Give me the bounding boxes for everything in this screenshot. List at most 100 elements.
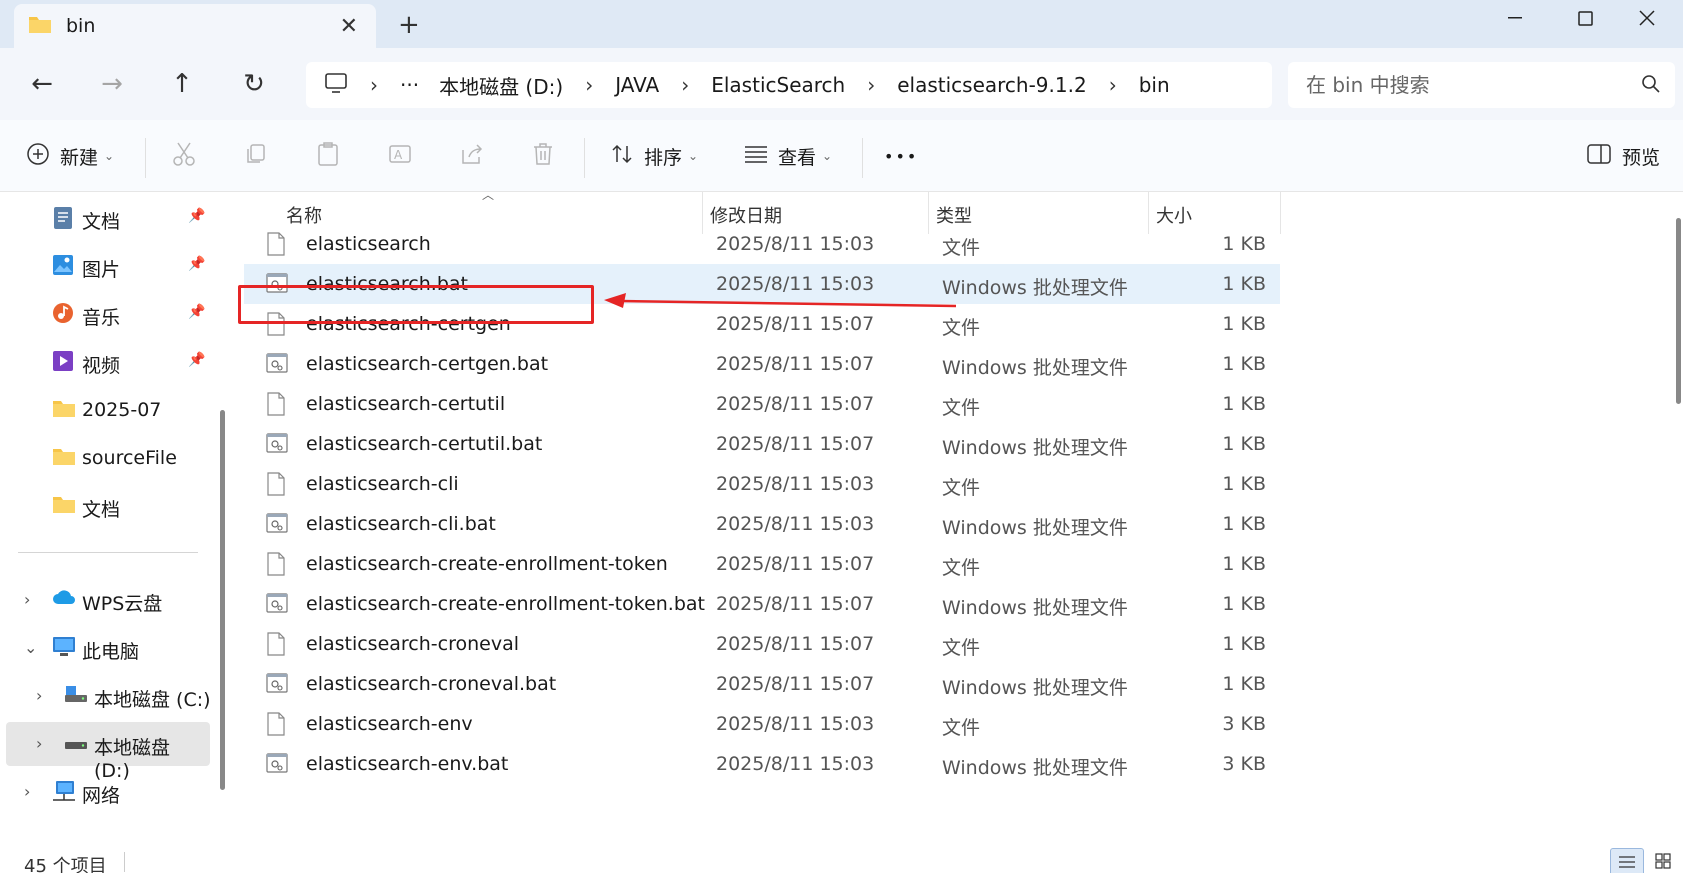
sidebar-item-label: 音乐	[82, 307, 121, 329]
chevron-down-icon: ⌄	[104, 149, 115, 163]
file-size: 1 KB	[1222, 553, 1266, 575]
sidebar-item-label: 文档	[82, 499, 121, 521]
sidebar-item-network[interactable]: › 网络	[0, 770, 212, 814]
sidebar-item-documents[interactable]: 文档 📌	[0, 196, 212, 240]
sidebar-item-music[interactable]: 音乐 📌	[0, 292, 212, 336]
breadcrumb-bin[interactable]: bin	[1139, 73, 1170, 97]
file-size: 1 KB	[1222, 313, 1266, 335]
close-tab-icon[interactable]: ✕	[340, 14, 358, 39]
clipboard-icon	[316, 141, 340, 172]
sidebar-item-label: 本地磁盘 (C:)	[94, 689, 211, 711]
maximize-button[interactable]	[1550, 0, 1620, 36]
copy-button[interactable]	[244, 138, 268, 174]
forward-button[interactable]: →	[90, 62, 134, 106]
table-row[interactable]: elasticsearch-create-enrollment-token 202…	[244, 544, 1280, 584]
file-date: 2025/8/11 15:07	[716, 393, 875, 415]
sidebar-item-docs-folder[interactable]: 文档	[0, 484, 212, 528]
chevron-right-icon[interactable]: ›	[36, 734, 42, 753]
address-bar[interactable]: › ··· 本地磁盘 (D:) › JAVA › ElasticSearch ›…	[306, 62, 1272, 108]
breadcrumb-java[interactable]: JAVA	[615, 73, 659, 97]
delete-button[interactable]	[532, 138, 554, 174]
new-button[interactable]: 新建 ⌄	[26, 138, 114, 174]
table-row[interactable]: elasticsearch-certutil.bat 2025/8/11 15:0…	[244, 424, 1280, 464]
new-tab-button[interactable]: +	[398, 10, 420, 40]
file-type: Windows 批处理文件	[942, 597, 1128, 619]
file-type: 文件	[942, 637, 981, 659]
file-name: elasticsearch-certgen.bat	[306, 353, 549, 375]
breadcrumb-elasticsearch-912[interactable]: elasticsearch-9.1.2	[897, 73, 1086, 97]
search-box[interactable]	[1288, 62, 1675, 108]
file-icon	[266, 632, 286, 661]
chevron-right-icon[interactable]: ›	[36, 686, 42, 705]
details-view-button[interactable]	[1610, 848, 1644, 873]
table-row[interactable]: elasticsearch-env 2025/8/11 15:03 文件 3 KB	[244, 704, 1280, 744]
arrow-left-icon: ←	[31, 69, 53, 99]
share-button[interactable]	[460, 138, 484, 174]
breadcrumb-drive-d[interactable]: 本地磁盘 (D:)	[439, 71, 563, 100]
file-icon	[266, 552, 286, 581]
minimize-button[interactable]	[1480, 0, 1550, 36]
table-row[interactable]: elasticsearch-env.bat 2025/8/11 15:03 Wind…	[244, 744, 1280, 784]
preview-pane-button[interactable]: 预览	[1586, 138, 1660, 174]
file-type: Windows 批处理文件	[942, 517, 1128, 539]
chevron-right-icon[interactable]: ›	[24, 782, 30, 801]
network-icon	[52, 780, 76, 807]
table-row[interactable]: elasticsearch-croneval 2025/8/11 15:07 文件 1…	[244, 624, 1280, 664]
breadcrumb-elasticsearch[interactable]: ElasticSearch	[711, 73, 845, 97]
table-row[interactable]: elasticsearch 2025/8/11 15:03 文件 1 KB	[244, 224, 1280, 264]
preview-label: 预览	[1622, 146, 1661, 169]
file-size: 1 KB	[1222, 393, 1266, 415]
file-list-scrollbar[interactable]	[1676, 218, 1681, 404]
batch-file-icon	[266, 432, 288, 459]
tab-bin[interactable]: bin ✕	[14, 4, 376, 48]
breadcrumb-overflow[interactable]: ···	[400, 73, 419, 97]
file-name: elasticsearch-cli.bat	[306, 513, 496, 535]
table-row[interactable]: elasticsearch-cli.bat 2025/8/11 15:03 Wind…	[244, 504, 1280, 544]
sidebar-item-pictures[interactable]: 图片 📌	[0, 244, 212, 288]
folder-icon	[28, 14, 52, 38]
chevron-down-icon[interactable]: ⌄	[24, 638, 37, 657]
file-date: 2025/8/11 15:03	[716, 513, 875, 535]
sidebar-item-sourcefile[interactable]: sourceFile	[0, 436, 212, 480]
table-row[interactable]: elasticsearch-create-enrollment-token.ba…	[244, 584, 1280, 624]
command-bar: 新建 ⌄ A 排序 ⌄ 查看 ⌄ ••• 预览	[0, 120, 1683, 192]
column-divider[interactable]	[1280, 192, 1281, 234]
details-view-icon	[1618, 854, 1636, 873]
sidebar-item-drive-d[interactable]: › 本地磁盘 (D:)	[6, 722, 210, 782]
file-type: Windows 批处理文件	[942, 757, 1128, 779]
search-icon[interactable]	[1641, 74, 1661, 98]
tiles-view-button[interactable]	[1646, 848, 1680, 873]
table-row[interactable]: elasticsearch-certutil 2025/8/11 15:07 文件 1…	[244, 384, 1280, 424]
file-type: 文件	[942, 557, 981, 579]
file-type: Windows 批处理文件	[942, 357, 1128, 379]
up-button[interactable]: ↑	[160, 62, 204, 106]
paste-button[interactable]	[316, 138, 340, 174]
pin-icon: 📌	[188, 256, 206, 272]
rename-button[interactable]: A	[388, 138, 414, 174]
back-button[interactable]: ←	[20, 62, 64, 106]
sidebar-item-videos[interactable]: 视频 📌	[0, 340, 212, 384]
sort-button[interactable]: 排序 ⌄	[610, 138, 698, 174]
sidebar-item-wps-cloud[interactable]: › WPS云盘	[0, 578, 212, 622]
sidebar-item-2025-07[interactable]: 2025-07	[0, 388, 212, 432]
cut-button[interactable]	[172, 138, 196, 174]
sidebar-item-drive-c[interactable]: › 本地磁盘 (C:)	[0, 674, 212, 718]
chevron-right-icon: ›	[867, 73, 876, 97]
sort-ascending-icon: ︿	[482, 188, 495, 202]
file-name: elasticsearch-croneval.bat	[306, 673, 557, 695]
table-row[interactable]: elasticsearch-croneval.bat 2025/8/11 15:0…	[244, 664, 1280, 704]
refresh-button[interactable]: ↻	[232, 62, 276, 106]
file-size: 1 KB	[1222, 433, 1266, 455]
chevron-right-icon[interactable]: ›	[24, 590, 30, 609]
more-options-button[interactable]: •••	[884, 138, 918, 174]
sidebar-scrollbar[interactable]	[220, 410, 225, 790]
close-window-button[interactable]	[1612, 0, 1682, 36]
sidebar-item-this-pc[interactable]: ⌄ 此电脑	[0, 626, 212, 670]
table-row[interactable]: elasticsearch-certgen.bat 2025/8/11 15:07…	[244, 344, 1280, 384]
file-size: 1 KB	[1222, 593, 1266, 615]
view-button[interactable]: 查看 ⌄	[744, 138, 832, 174]
table-row[interactable]: elasticsearch-cli 2025/8/11 15:03 文件 1 KB	[244, 464, 1280, 504]
search-input[interactable]	[1306, 73, 1626, 97]
chevron-down-icon: ⌄	[822, 149, 833, 163]
sidebar-item-label: 此电脑	[82, 641, 140, 663]
